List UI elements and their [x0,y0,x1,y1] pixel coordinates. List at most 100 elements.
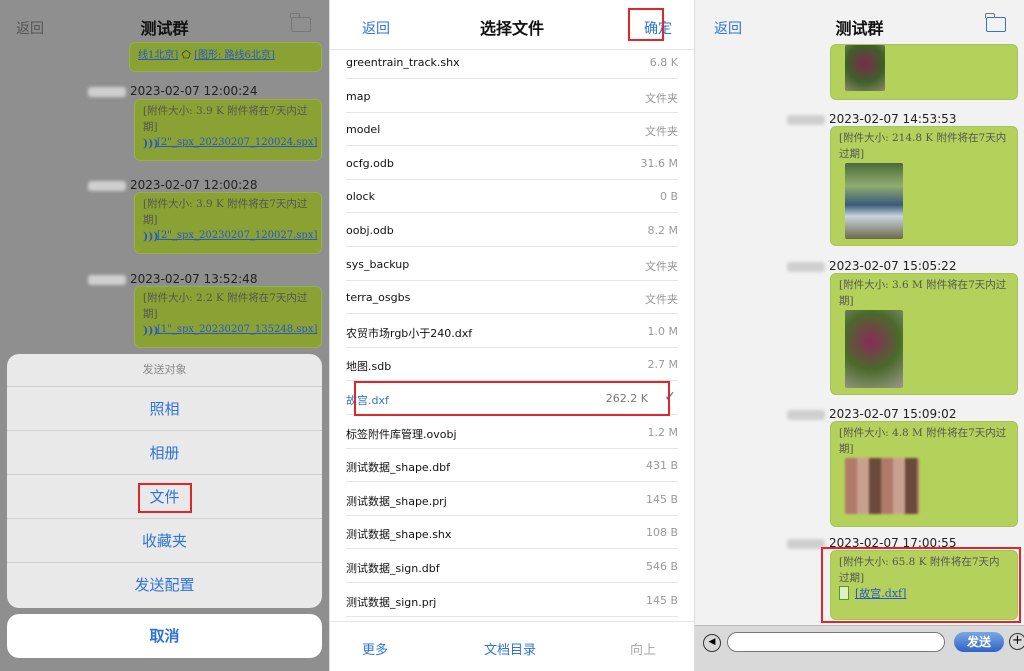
sheet-item-album[interactable]: 相册 [7,430,322,474]
file-name: model [346,123,381,137]
file-size: 431 B [645,459,678,473]
shape-link[interactable]: [图形: 路线6北京] [194,50,275,61]
message-meta: 2023-02-07 12:00:28 [88,178,257,192]
attachment-link[interactable]: ))) [1"_spx_20230207_135248.spx] [143,322,317,338]
message-time: 2023-02-07 13:52:48 [130,272,258,286]
file-size: 8.2 M [647,224,678,237]
image-thumbnail-blurred[interactable] [845,458,919,514]
attachment-link[interactable]: [故宫.dxf] [839,586,1009,602]
file-row[interactable]: map 文件夹 [346,79,678,113]
docs-directory-button[interactable]: 文档目录 [484,639,536,658]
chat-title: 测试群 [140,19,189,38]
sheet-item-favorites[interactable]: 收藏夹 [7,518,322,562]
file-size: 262.2 K [605,392,648,405]
file-name: 测试数据_sign.prj [346,595,437,609]
voice-icon[interactable]: ◀ [703,634,721,652]
file-row[interactable]: model 文件夹 [346,112,678,147]
attachment-filename: [2"_spx_20230207_120024.spx] [157,137,318,148]
attachment-info: [附件大小: 3.9 K 附件将在7天内过期] [143,105,308,133]
message-bubble: [附件大小: 2.2 K 附件将在7天内过期] ))) [1"_spx_20230… [134,286,322,348]
audio-icon: ))) [143,137,159,150]
file-row[interactable]: 测试数据_shape.dbf 431 B [346,448,678,483]
message-time: 2023-02-07 14:53:53 [829,112,957,126]
file-size: 文件夹 [645,91,678,105]
message-bubble [830,44,1018,100]
file-row[interactable]: 地图.sdb 2.7 M [346,347,678,382]
sheet-item-send-config[interactable]: 发送配置 [7,562,322,606]
cancel-button[interactable]: 取消 [7,614,322,658]
file-row[interactable]: 标签附件库管理.ovobj 1.2 M [346,415,678,449]
file-row[interactable]: 测试数据_shape.prj 145 B [346,482,678,516]
picker-footer: 更多 文档目录 向上 [330,621,694,671]
shape-icon: ⬠ [181,49,191,61]
attachment-info: [附件大小: 3.6 M 附件将在7天内过期] [839,279,1007,307]
file-row[interactable]: oobj.odb 8.2 M [346,213,678,247]
folder-icon[interactable] [985,13,1006,32]
attachment-filename: [1"_spx_20230207_135248.spx] [157,324,318,335]
message-meta: 2023-02-07 12:00:24 [88,84,257,98]
image-thumbnail[interactable] [845,45,885,91]
file-name: terra_osgbs [346,291,411,305]
file-row[interactable]: 测试数据_shape.shx 108 B [346,515,678,550]
message-bubble: [附件大小: 3.9 K 附件将在7天内过期] ))) [2"_spx_20230… [134,99,322,161]
file-picker-panel: 返回 选择文件 确定 greentrain_track.shx 6.8 K map 文… [329,0,695,671]
plus-icon[interactable]: + [1009,633,1024,650]
file-name: map [346,89,371,103]
file-size: 1.0 M [647,324,678,338]
picker-header: 返回 选择文件 确定 [330,0,694,50]
message-meta: 2023-02-07 17:00:55 [787,536,956,550]
file-row[interactable]: 测试数据_sign.prj 145 B [346,583,678,617]
confirm-button[interactable]: 确定 [644,18,672,38]
more-button[interactable]: 更多 [362,639,388,658]
input-bar: ◀ 发送 + [695,625,1024,671]
send-button[interactable]: 发送 [954,632,1004,652]
folder-icon[interactable] [290,13,311,32]
file-size: 文件夹 [645,125,678,139]
file-name: 测试数据_shape.shx [346,528,452,542]
message-meta: 2023-02-07 15:05:22 [787,259,956,273]
sender-name-blurred [787,409,825,420]
file-row-selected[interactable]: 故宫.dxf 262.2 K ✓ [346,381,678,415]
file-row[interactable]: terra_osgbs 文件夹 [346,280,678,315]
message-time: 2023-02-07 15:09:02 [829,407,957,421]
up-button[interactable]: 向上 [630,639,656,658]
message-time: 2023-02-07 12:00:24 [130,84,258,98]
attachment-filename: [2"_spx_20230207_120027.spx] [157,230,318,241]
chat-title: 测试群 [835,19,884,38]
shape-link[interactable]: 线1北京] [138,50,178,61]
checkmark-icon: ✓ [664,389,676,405]
attachment-info: [附件大小: 4.8 M 附件将在7天内过期] [839,427,1007,455]
file-icon [839,586,849,600]
attachment-info: [附件大小: 214.8 K 附件将在7天内过期] [839,132,1007,160]
file-name: 地图.sdb [346,360,392,374]
attachment-link[interactable]: ))) [2"_spx_20230207_120024.spx] [143,135,317,151]
attachment-link[interactable]: ))) [2"_spx_20230207_120027.spx] [143,228,317,244]
file-row[interactable]: olock 0 B [346,179,678,214]
message-input[interactable] [727,632,945,652]
message-bubble: [附件大小: 214.8 K 附件将在7天内过期] [830,126,1018,246]
file-row[interactable]: 农贸市场rgb小于240.dxf 1.0 M [346,314,678,348]
file-name: 标签附件库管理.ovobj [346,427,457,441]
message-meta: 2023-02-07 14:53:53 [787,112,956,126]
file-row[interactable]: 测试数据_sign.dbf 546 B [346,549,678,583]
image-thumbnail[interactable] [845,310,903,388]
file-size: 546 B [645,560,678,573]
sheet-item-camera[interactable]: 照相 [7,386,322,430]
file-row[interactable]: greentrain_track.shx 6.8 K [346,45,678,79]
file-name: sys_backup [346,257,410,271]
file-row[interactable]: sys_backup 文件夹 [346,247,678,281]
sender-name-blurred [88,86,126,97]
file-size: 2.7 M [647,358,678,372]
attachment-info: [附件大小: 65.8 K 附件将在7天内过期] [839,556,1000,584]
file-size: 6.8 K [649,56,678,69]
image-thumbnail[interactable] [845,163,903,239]
file-row[interactable]: ocfg.odb 31.6 M [346,146,678,180]
file-name: 农贸市场rgb小于240.dxf [346,326,473,340]
file-size: 文件夹 [645,259,678,273]
file-size: 108 B [645,526,678,540]
file-name: 测试数据_shape.prj [346,494,447,508]
sheet-item-file[interactable]: 文件 [7,474,322,518]
message-bubble: 线1北京] ⬠ [图形: 路线6北京] [129,42,322,72]
attachment-filename: [故宫.dxf] [855,587,907,600]
message-bubble: [附件大小: 3.9 K 附件将在7天内过期] ))) [2"_spx_20230… [134,192,322,254]
